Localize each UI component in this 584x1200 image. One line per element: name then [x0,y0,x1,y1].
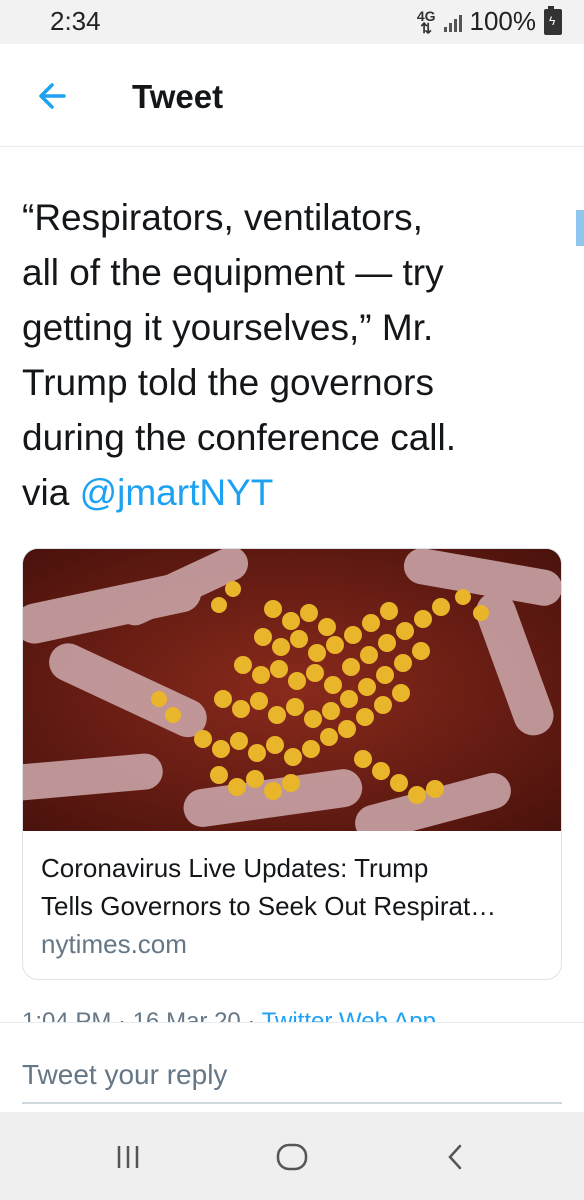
card-title-line1: Coronavirus Live Updates: Trump [41,853,429,883]
battery-charging-icon: ϟ [544,5,562,35]
recent-apps-icon [117,1146,139,1168]
status-time: 2:34 [50,6,101,36]
home-button[interactable] [262,1132,322,1182]
card-title: Coronavirus Live Updates: Trump Tells Go… [41,849,551,925]
arrow-left-icon [39,83,66,109]
tweet-body: “Respirators, ventilators, all of the eq… [22,197,456,513]
signal-icon [443,12,462,32]
mention-link[interactable]: @jmartNYT [80,472,274,513]
page-title: Tweet [132,78,224,115]
status-icons: 4G ⇅ 100% ϟ [416,5,562,37]
home-icon [276,1143,308,1171]
reply-input[interactable] [22,1048,562,1104]
back-nav-button[interactable] [426,1132,486,1182]
status-bar: 2:34 4G ⇅ 100% ϟ [0,0,584,44]
card-domain: nytimes.com [41,929,187,959]
card-image [23,549,561,831]
recent-apps-button[interactable] [98,1132,158,1182]
tweet-text: “Respirators, ventilators, all of the eq… [22,190,562,520]
scroll-indicator[interactable] [576,210,584,246]
back-button[interactable] [28,72,76,120]
link-card[interactable]: Coronavirus Live Updates: Trump Tells Go… [22,548,562,980]
battery-percent: 100% [469,6,537,36]
chevron-left-icon [448,1144,462,1170]
network-4g-icon: 4G ⇅ [416,7,436,36]
system-nav-bar [0,1112,584,1200]
card-title-line2: Tells Governors to Seek Out Respirat… [41,891,497,921]
header: Tweet [0,44,584,147]
